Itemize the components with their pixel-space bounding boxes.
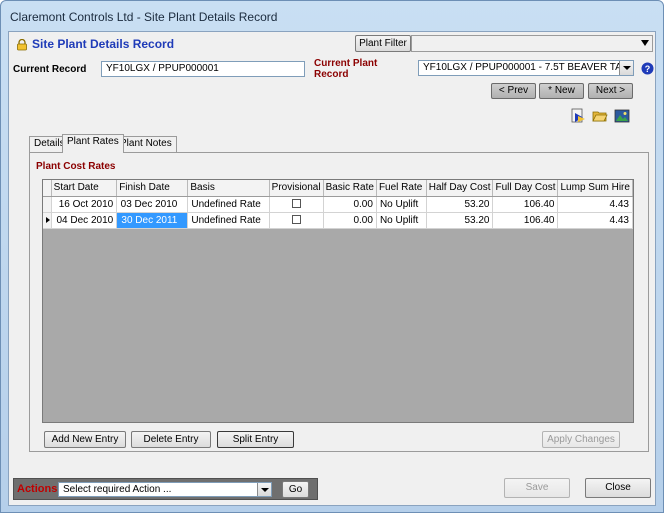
column-header[interactable]: Half Day Cost (426, 180, 494, 197)
fuel-rate-cell[interactable]: No Uplift (376, 196, 427, 213)
filter-dropdown-arrow-icon[interactable] (641, 40, 649, 46)
current-plant-value: YF10LGX / PPUP000001 - 7.5T BEAVER TAIL … (423, 62, 634, 73)
report-icon[interactable] (570, 108, 586, 124)
lump-sum-hire-cell[interactable]: 4.43 (557, 196, 633, 213)
svg-text:?: ? (645, 64, 651, 74)
column-header[interactable]: Finish Date (116, 180, 189, 197)
basis-cell[interactable]: Undefined Rate (187, 196, 270, 213)
actions-bar: Actions Select required Action ... Go (13, 478, 318, 500)
provisional-cell[interactable] (269, 196, 324, 213)
close-button[interactable]: Close (585, 478, 651, 498)
plant-cost-rates-grid: Start Date Finish Date Basis Provisional… (42, 179, 634, 423)
plant-filter-combo[interactable] (411, 35, 653, 52)
full-day-cost-cell[interactable]: 106.40 (492, 196, 559, 213)
column-header[interactable]: Start Date (51, 180, 118, 197)
current-row-pointer-icon (46, 216, 50, 223)
help-icon[interactable]: ? (641, 62, 654, 78)
current-plant-select[interactable]: YF10LGX / PPUP000001 - 7.5T BEAVER TAIL … (418, 60, 634, 76)
action-select-value: Select required Action ... (63, 484, 172, 495)
fuel-rate-cell[interactable]: No Uplift (376, 212, 427, 229)
tab-plant-notes[interactable]: Plant Notes (115, 136, 177, 152)
current-plant-label-line2: Record (314, 69, 349, 80)
half-day-cost-cell[interactable]: 53.20 (426, 196, 494, 213)
action-select[interactable]: Select required Action ... (58, 482, 272, 497)
current-record-field[interactable]: YF10LGX / PPUP000001 (101, 61, 305, 77)
new-button[interactable]: * New (539, 83, 584, 99)
current-record-label: Current Record (13, 64, 87, 75)
lock-icon (16, 38, 28, 54)
app-window: Claremont Controls Ltd - Site Plant Deta… (0, 0, 664, 513)
go-button[interactable]: Go (282, 481, 309, 498)
column-header[interactable]: Basis (187, 180, 270, 197)
provisional-cell[interactable] (269, 212, 324, 229)
table-row[interactable]: 16 Oct 2010 03 Dec 2010 Undefined Rate 0… (43, 196, 633, 213)
column-header[interactable]: Fuel Rate (376, 180, 427, 197)
column-header[interactable]: Full Day Cost (492, 180, 559, 197)
start-date-cell[interactable]: 04 Dec 2010 (51, 212, 118, 229)
provisional-checkbox[interactable] (291, 215, 301, 225)
chevron-down-icon[interactable] (257, 483, 271, 496)
apply-changes-button[interactable]: Apply Changes (542, 431, 620, 448)
basic-rate-cell[interactable]: 0.00 (323, 212, 377, 229)
provisional-checkbox[interactable] (291, 199, 301, 209)
next-button[interactable]: Next > (588, 83, 633, 99)
section-title: Plant Cost Rates (36, 161, 116, 172)
chevron-down-icon[interactable] (619, 61, 633, 75)
plant-rates-panel: Plant Cost Rates Start Date Finish Date … (29, 152, 649, 452)
current-plant-label-line1: Current Plant (314, 58, 378, 69)
image-icon[interactable] (614, 108, 630, 124)
delete-entry-button[interactable]: Delete Entry (131, 431, 211, 448)
full-day-cost-cell[interactable]: 106.40 (492, 212, 559, 229)
actions-label: Actions (17, 483, 58, 495)
prev-button[interactable]: < Prev (491, 83, 536, 99)
form-title: Site Plant Details Record (32, 37, 175, 51)
basis-cell[interactable]: Undefined Rate (187, 212, 270, 229)
rates-table: Start Date Finish Date Basis Provisional… (43, 180, 633, 229)
row-selector[interactable] (43, 212, 52, 229)
finish-date-cell[interactable]: 30 Dec 2011 (116, 212, 189, 229)
start-date-cell[interactable]: 16 Oct 2010 (51, 196, 118, 213)
save-button[interactable]: Save (504, 478, 570, 498)
column-header[interactable]: Basic Rate (323, 180, 377, 197)
plant-filter-button[interactable]: Plant Filter (355, 35, 411, 52)
finish-date-cell[interactable]: 03 Dec 2010 (116, 196, 189, 213)
row-selector[interactable] (43, 196, 52, 213)
window-title: Claremont Controls Ltd - Site Plant Deta… (10, 10, 278, 24)
column-header[interactable]: Provisional (269, 180, 324, 197)
basic-rate-cell[interactable]: 0.00 (323, 196, 377, 213)
split-entry-button[interactable]: Split Entry (217, 431, 294, 448)
form-client-area: Site Plant Details Record Plant Filter C… (8, 31, 656, 506)
tab-plant-rates[interactable]: Plant Rates (62, 134, 124, 153)
column-header[interactable]: Lump Sum Hire (557, 180, 633, 197)
open-folder-icon[interactable] (592, 108, 608, 124)
lump-sum-hire-cell[interactable]: 4.43 (557, 212, 633, 229)
add-new-entry-button[interactable]: Add New Entry (44, 431, 126, 448)
half-day-cost-cell[interactable]: 53.20 (426, 212, 494, 229)
table-row[interactable]: 04 Dec 2010 30 Dec 2011 Undefined Rate 0… (43, 212, 633, 229)
row-selector-header (43, 180, 52, 197)
table-header-row: Start Date Finish Date Basis Provisional… (43, 180, 633, 197)
